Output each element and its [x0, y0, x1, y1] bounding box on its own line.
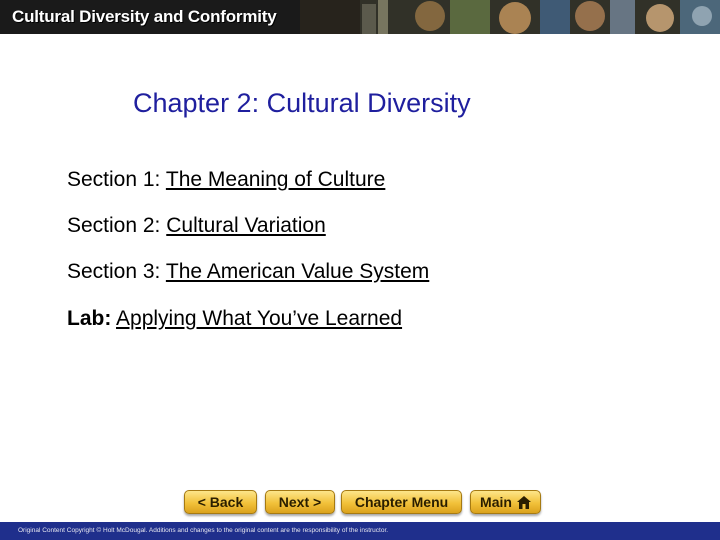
copyright-text: Original Content Copyright © Holt McDoug… [18, 527, 389, 534]
list-item-lab: Lab: Applying What You’ve Learned [67, 307, 402, 331]
header-banner: Cultural Diversity and Conformity [0, 0, 720, 34]
lab-link[interactable]: Applying What You’ve Learned [116, 307, 402, 330]
list-item-section-1: Section 1: The Meaning of Culture [67, 168, 385, 192]
navigation-bar: < Back Next > Chapter Menu Main [0, 490, 720, 516]
section-3-link[interactable]: The American Value System [166, 260, 429, 283]
header-collage-image [300, 0, 720, 34]
section-prefix: Section 2: [67, 214, 161, 237]
slide-title: Chapter 2: Cultural Diversity [133, 88, 471, 118]
list-item-section-2: Section 2: Cultural Variation [67, 214, 326, 238]
main-button[interactable]: Main [470, 490, 541, 514]
list-item-section-3: Section 3: The American Value System [67, 260, 429, 284]
main-button-label: Main [480, 494, 512, 510]
footer-bar: Original Content Copyright © Holt McDoug… [0, 522, 720, 540]
section-prefix: Section 1: [67, 168, 161, 191]
lab-prefix: Lab: [67, 307, 112, 330]
home-icon [516, 495, 531, 509]
section-1-link[interactable]: The Meaning of Culture [166, 168, 385, 191]
section-prefix: Section 3: [67, 260, 161, 283]
back-button[interactable]: < Back [184, 490, 257, 514]
next-button[interactable]: Next > [265, 490, 335, 514]
section-2-link[interactable]: Cultural Variation [166, 214, 326, 237]
chapter-menu-button[interactable]: Chapter Menu [341, 490, 462, 514]
header-title: Cultural Diversity and Conformity [12, 7, 277, 26]
